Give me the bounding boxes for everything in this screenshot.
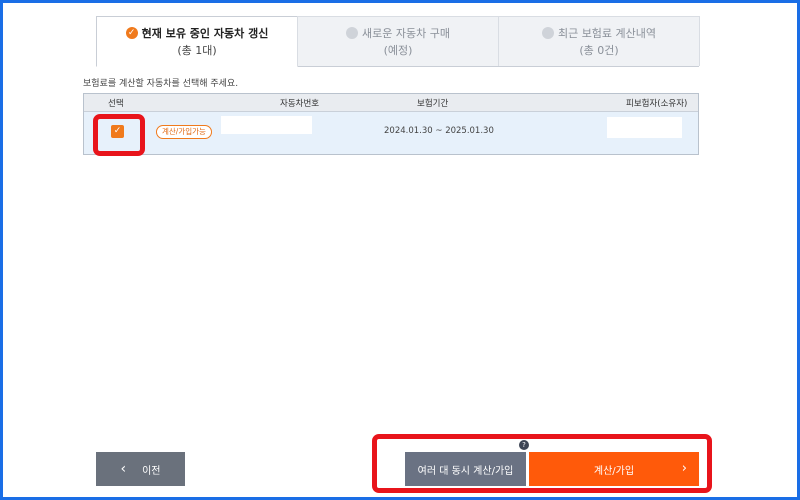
page-frame: ✓ 현재 보유 중인 자동차 갱신 (총 1대) 새로운 자동차 구매 (예정)… xyxy=(3,3,797,497)
prev-button[interactable]: ‹ 이전 xyxy=(96,452,185,486)
chevron-left-icon: ‹ xyxy=(120,461,127,477)
table-header: 선택 자동차번호 보험기간 피보험자(소유자) xyxy=(84,94,698,112)
header-select: 선택 xyxy=(108,99,124,109)
header-insured: 피보험자(소유자) xyxy=(626,99,688,109)
circle-icon xyxy=(541,27,554,39)
tab-recent-calculations[interactable]: 최근 보험료 계산내역 (총 0건) xyxy=(498,16,700,66)
tab-count: (총 0건) xyxy=(579,43,619,57)
tab-label: 최근 보험료 계산내역 xyxy=(557,26,657,40)
table-row[interactable]: ✓ 계산/가입가능 2024.01.30 ~ 2025.01.30 xyxy=(84,112,698,154)
check-circle-icon: ✓ xyxy=(125,27,138,39)
prev-button-label: 이전 xyxy=(142,465,161,477)
insurance-period: 2024.01.30 ~ 2025.01.30 xyxy=(384,126,494,136)
tab-new-car-purchase[interactable]: 새로운 자동차 구매 (예정) xyxy=(297,16,499,66)
highlight-buttons xyxy=(372,434,712,493)
header-car-number: 자동차번호 xyxy=(280,99,320,109)
status-badge: 계산/가입가능 xyxy=(156,125,212,139)
tab-renew-current-car[interactable]: ✓ 현재 보유 중인 자동차 갱신 (총 1대) xyxy=(96,16,298,67)
instruction-text: 보험료를 계산할 자동차를 선택해 주세요. xyxy=(83,79,239,89)
tab-label: 현재 보유 중인 자동차 갱신 xyxy=(141,26,269,40)
insured-value xyxy=(607,117,682,138)
tab-label: 새로운 자동차 구매 xyxy=(362,26,450,40)
tab-count: (총 1대) xyxy=(177,43,217,57)
tab-bar: ✓ 현재 보유 중인 자동차 갱신 (총 1대) 새로운 자동차 구매 (예정)… xyxy=(96,16,700,67)
highlight-checkbox xyxy=(93,114,145,156)
car-table: 선택 자동차번호 보험기간 피보험자(소유자) ✓ 계산/가입가능 2024.0… xyxy=(83,93,699,155)
tab-subtitle: (예정) xyxy=(383,43,413,57)
header-period: 보험기간 xyxy=(417,99,449,109)
car-number-value xyxy=(221,116,312,134)
circle-icon xyxy=(346,27,359,39)
